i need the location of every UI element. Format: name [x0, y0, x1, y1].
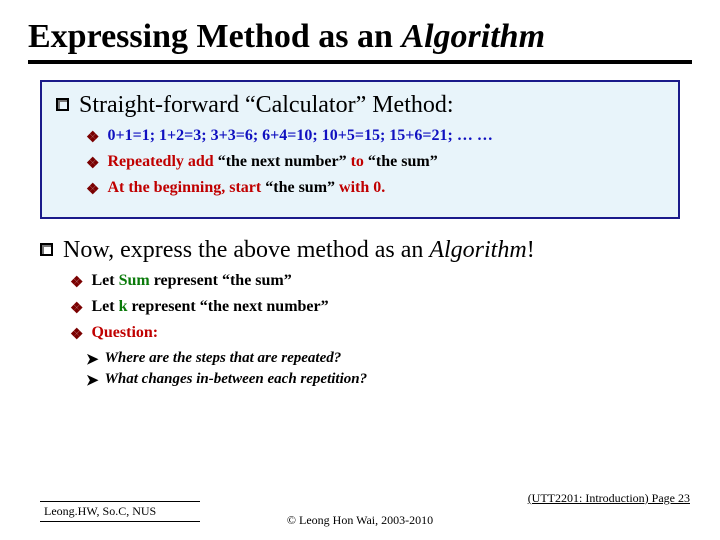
title-rule — [28, 60, 692, 64]
section2-heading: Now, express the above method as an Algo… — [63, 237, 535, 264]
calc-sequence: 0+1=1; 1+2=3; 3+3=6; 6+4=10; 10+5=15; 15… — [107, 127, 492, 145]
box-item-2: ❖ Repeatedly add “the next number” to “t… — [86, 153, 664, 173]
let-sum-row: ❖ Let Sum represent “the sum” — [70, 272, 692, 292]
box-heading-row: Straight-forward “Calculator” Method: — [56, 92, 664, 119]
let-sum-text: Let Sum represent “the sum” — [91, 272, 291, 290]
title-prefix: Expressing Method as an — [28, 18, 401, 55]
arrow-bullet-icon: ➤ — [86, 371, 99, 390]
diamond-bullet-icon: ❖ — [70, 273, 83, 292]
let-k-text: Let k represent “the next number” — [91, 298, 328, 316]
let-k-row: ❖ Let k represent “the next number” — [70, 298, 692, 318]
box-heading: Straight-forward “Calculator” Method: — [79, 92, 454, 119]
footer: Leong.HW, So.C, NUS © Leong Hon Wai, 200… — [0, 482, 720, 530]
diamond-bullet-icon: ❖ — [86, 180, 99, 199]
square-bullet-icon — [56, 98, 69, 111]
diamond-bullet-icon: ❖ — [86, 128, 99, 147]
title-algorithm: Algorithm — [401, 18, 545, 55]
question-row: ❖ Question: — [70, 324, 692, 344]
box-item-2-text: Repeatedly add “the next number” to “the… — [107, 153, 437, 171]
question-label: Question: — [91, 324, 158, 342]
box-item-1: ❖ 0+1=1; 1+2=3; 3+3=6; 6+4=10; 10+5=15; … — [86, 127, 664, 147]
diamond-bullet-icon: ❖ — [70, 325, 83, 344]
arrow-bullet-icon: ➤ — [86, 350, 99, 369]
section2-heading-row: Now, express the above method as an Algo… — [40, 237, 692, 264]
box-item-3: ❖ At the beginning, start “the sum” with… — [86, 179, 664, 199]
slide-title: Expressing Method as an Algorithm — [28, 18, 692, 56]
box-item-3-text: At the beginning, start “the sum” with 0… — [107, 179, 385, 197]
diamond-bullet-icon: ❖ — [70, 299, 83, 318]
diamond-bullet-icon: ❖ — [86, 154, 99, 173]
footer-pageref: (UTT2201: Introduction) Page 23 — [528, 491, 690, 506]
question-2: ➤ What changes in-between each repetitio… — [86, 371, 692, 390]
square-bullet-icon — [40, 243, 53, 256]
question-1: ➤ Where are the steps that are repeated? — [86, 350, 692, 369]
calculator-method-box: Straight-forward “Calculator” Method: ❖ … — [40, 80, 680, 219]
footer-copyright: © Leong Hon Wai, 2003-2010 — [0, 513, 720, 528]
